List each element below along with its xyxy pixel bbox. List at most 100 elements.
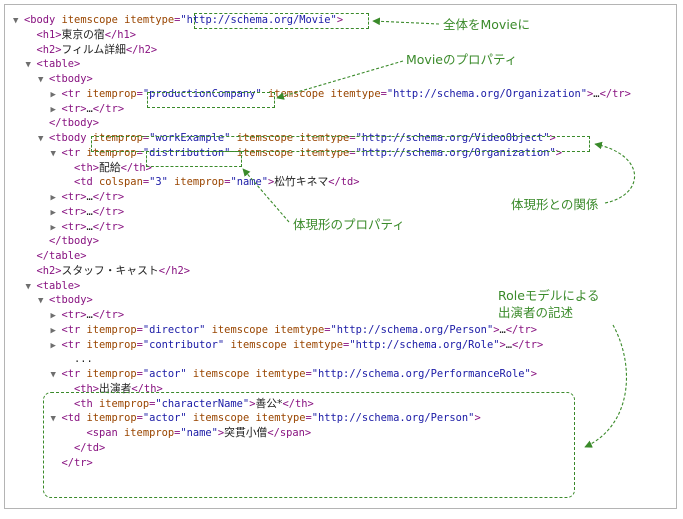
code-token-tag: </tr> <box>599 87 631 100</box>
code-line: ▼ <table> <box>26 57 81 71</box>
code-token-tag: </tr> <box>92 309 125 321</box>
code-token-attr: itemprop <box>86 338 137 351</box>
code-token-attr: itemscope itemtype <box>267 87 381 100</box>
collapse-triangle-icon[interactable]: ▼ <box>26 280 37 294</box>
expand-triangle-icon[interactable]: ▶ <box>51 88 62 102</box>
code-token-tag: </tr> <box>92 191 125 203</box>
code-line: <th>配給</th> <box>63 161 152 175</box>
code-token-tag: <tr <box>61 368 87 380</box>
code-token-tag: <tr <box>61 87 87 100</box>
code-token-attr: itemprop <box>86 368 137 380</box>
expand-triangle-icon[interactable]: ▶ <box>51 206 62 220</box>
code-token-val: "http://schema.org/PerformanceRole" <box>311 368 531 380</box>
code-token-attr: itemscope itemtype <box>192 368 306 380</box>
collapse-triangle-icon[interactable]: ▼ <box>51 368 62 382</box>
annotation-movie-props: Movieのプロパティ <box>406 52 518 67</box>
highlight-production-company <box>147 92 275 108</box>
collapse-triangle-icon[interactable]: ▼ <box>13 14 24 28</box>
code-line: <td colspan="3" itemprop="name">松竹キネマ</t… <box>63 175 360 189</box>
code-token-tag: <th> <box>74 161 100 174</box>
highlight-work-example <box>91 136 590 152</box>
code-token-tag: <h2> <box>36 264 62 277</box>
code-token-val: "actor" <box>142 368 187 380</box>
code-line: ▶ <tr itemprop="contributor" itemscope it… <box>51 338 544 352</box>
code-token-tag: </td> <box>328 176 360 189</box>
code-token-txt: 松竹キネマ <box>274 175 329 189</box>
code-line: ▼ <tbody> <box>38 72 93 86</box>
collapse-triangle-icon[interactable]: ▼ <box>38 294 49 308</box>
code-token-tag: </tr> <box>92 220 125 233</box>
code-token-attr: itemprop <box>86 87 137 100</box>
collapse-triangle-icon[interactable]: ▼ <box>38 132 49 146</box>
highlight-distribution <box>146 151 242 167</box>
code-token-tag: </tr> <box>505 323 538 336</box>
code-token-tag: > <box>530 368 537 380</box>
code-line: ▶ <tr>…</tr> <box>51 102 125 116</box>
code-token-tag: <tr <box>61 146 87 159</box>
code-token-tag: <body <box>24 14 62 26</box>
expand-triangle-icon[interactable]: ▶ <box>51 221 62 235</box>
code-token-attr: itemprop <box>86 323 137 336</box>
code-token-tag: <h2> <box>36 43 62 56</box>
code-token-val: "http://schema.org/Organization" <box>386 87 588 100</box>
code-line: ▶ <tr itemprop="productionCompany" itemsc… <box>51 87 631 101</box>
code-line: ▼ <tr itemprop="actor" itemscope itemtype… <box>51 367 538 381</box>
code-line: ▶ <tr>…</tr> <box>51 220 125 234</box>
code-token-attr: itemscope itemtype <box>230 338 344 351</box>
diagram-frame: ▼ <body itemscope itemtype="http://schema… <box>4 4 677 509</box>
expand-triangle-icon[interactable]: ▶ <box>51 191 62 205</box>
code-line: ▼ <tbody> <box>38 293 93 307</box>
expand-triangle-icon[interactable]: ▶ <box>51 309 62 323</box>
code-token-tag: <table> <box>36 58 81 71</box>
code-token-val: "director" <box>142 323 206 336</box>
code-line: <h1>東京の宿</h1> <box>26 28 137 42</box>
code-token-tag: </h2> <box>125 43 158 56</box>
code-token-txt: 配給 <box>99 160 121 174</box>
collapse-triangle-icon[interactable]: ▼ <box>51 147 62 161</box>
code-token-attr: colspan <box>99 176 143 189</box>
expand-triangle-icon[interactable]: ▶ <box>51 324 62 338</box>
code-token-tag: <tr> <box>61 309 87 321</box>
code-token-txt: フィルム詳細 <box>61 42 126 56</box>
code-token-tag: <tbody> <box>49 294 93 307</box>
annotation-work-props: 体現形のプロパティ <box>293 217 405 232</box>
annotation-role-model: Roleモデルによる 出演者の記述 <box>498 288 600 320</box>
code-token-tag: </table> <box>36 250 87 262</box>
collapse-triangle-icon[interactable]: ▼ <box>38 73 49 87</box>
highlight-performance-role <box>43 392 575 498</box>
code-token-val: "3" <box>149 176 168 189</box>
arrow-movie-whole <box>372 17 440 26</box>
annotation-work-relation: 体現形との関係 <box>511 197 599 212</box>
code-line: ... <box>63 352 93 366</box>
code-token-val: "http://schema.org/Role" <box>349 338 500 351</box>
expand-triangle-icon[interactable]: ▶ <box>51 103 62 117</box>
code-line: <h2>フィルム詳細</h2> <box>26 43 158 57</box>
annotation-movie-whole: 全体をMovieに <box>443 17 530 32</box>
code-line: ▶ <tr>…</tr> <box>51 308 125 322</box>
code-token-tag: </h2> <box>158 264 190 277</box>
collapse-triangle-icon[interactable]: ▼ <box>26 58 37 72</box>
code-token-tag: <tr> <box>61 220 87 233</box>
highlight-movie-type <box>194 13 369 29</box>
code-token-attr: itemprop <box>174 176 225 189</box>
code-token-val: "contributor" <box>142 338 225 351</box>
code-token-attr: itemscope itemtype <box>211 323 325 336</box>
code-token-tag: </tbody> <box>49 235 100 248</box>
code-line: </table> <box>26 249 87 263</box>
code-token-tag: <tr> <box>61 191 87 203</box>
code-token-dots: ... <box>74 353 93 366</box>
code-token-tag: </tr> <box>92 205 125 218</box>
code-line: </tbody> <box>38 234 99 248</box>
code-line: ▼ <table> <box>26 279 81 293</box>
code-line: ▶ <tr>…</tr> <box>51 205 125 219</box>
code-token-tag: <tr> <box>61 205 87 218</box>
code-token-tag: <tr> <box>61 102 87 115</box>
code-token-tag: </tr> <box>511 338 544 351</box>
code-token-val: "http://schema.org/Person" <box>330 323 494 336</box>
arrow-role-model <box>584 324 628 448</box>
code-token-txt: スタッフ・キャスト <box>61 263 159 277</box>
code-token-tag: <h1> <box>36 28 62 41</box>
expand-triangle-icon[interactable]: ▶ <box>51 339 62 353</box>
code-token-val: "name" <box>230 176 268 189</box>
code-token-txt: 東京の宿 <box>61 27 105 41</box>
